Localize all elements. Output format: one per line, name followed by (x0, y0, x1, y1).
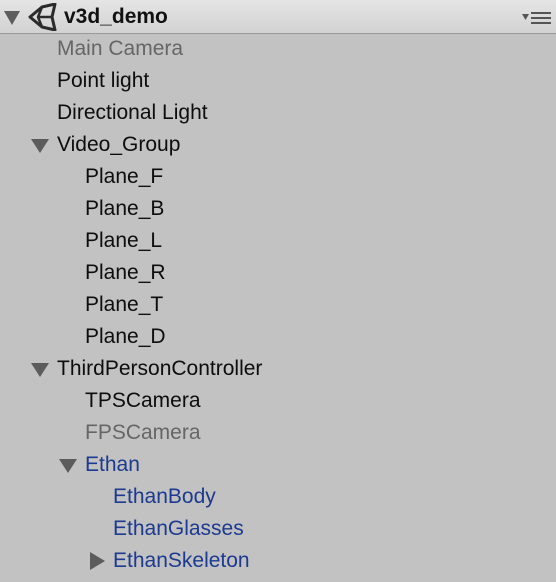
tree-item-tps-camera[interactable]: TPSCamera (0, 385, 556, 417)
options-menu-icon[interactable] (519, 10, 553, 26)
hierarchy-panel: v3d_demo Main Camera Point light Directi… (0, 0, 556, 582)
tree-item-label: TPSCamera (85, 389, 201, 412)
foldout-collapsed-icon[interactable] (90, 552, 105, 570)
tree-item-third-person-controller[interactable]: ThirdPersonController (0, 353, 556, 385)
tree-item-label: ThirdPersonController (57, 357, 263, 380)
tree-item-plane-r[interactable]: Plane_R (0, 257, 556, 289)
tree-item-ethan[interactable]: Ethan (0, 449, 556, 481)
tree-item-plane-d[interactable]: Plane_D (0, 321, 556, 353)
tree-item-label: Plane_B (85, 197, 165, 220)
tree-item-label: EthanSkeleton (113, 549, 250, 572)
tree-item-ethan-skeleton[interactable]: EthanSkeleton (0, 545, 556, 577)
tree-item-label: Plane_F (85, 165, 164, 188)
tree-item-point-light[interactable]: Point light (0, 65, 556, 97)
unity-logo-icon (28, 3, 57, 31)
tree-item-label: EthanGlasses (113, 517, 244, 540)
foldout-expanded-icon[interactable] (59, 459, 77, 473)
foldout-expanded-icon[interactable] (31, 363, 49, 377)
tree-item-label: Plane_D (85, 325, 166, 348)
tree-item-label: EthanBody (113, 485, 216, 508)
scene-title: v3d_demo (64, 5, 168, 28)
tree-item-ethan-glasses[interactable]: EthanGlasses (0, 513, 556, 545)
scene-header[interactable]: v3d_demo (0, 0, 556, 34)
tree-item-label: Plane_L (85, 229, 163, 252)
tree-item-fps-camera[interactable]: FPSCamera (0, 417, 556, 449)
tree-item-plane-t[interactable]: Plane_T (0, 289, 556, 321)
foldout-expanded-icon[interactable] (31, 139, 49, 153)
tree-item-label: Video_Group (57, 133, 181, 156)
tree-item-label: Plane_R (85, 261, 166, 284)
tree-item-plane-f[interactable]: Plane_F (0, 161, 556, 193)
tree-item-plane-l[interactable]: Plane_L (0, 225, 556, 257)
tree-item-label: Main Camera (57, 37, 184, 60)
tree-item-main-camera[interactable]: Main Camera (0, 33, 556, 65)
tree-item-label: Point light (57, 69, 150, 92)
tree-item-plane-b[interactable]: Plane_B (0, 193, 556, 225)
tree-item-label: FPSCamera (85, 421, 201, 444)
tree-item-label: Plane_T (85, 293, 164, 316)
tree-item-video-group[interactable]: Video_Group (0, 129, 556, 161)
scene-foldout-arrow-icon[interactable] (4, 11, 20, 25)
tree-item-directional-light[interactable]: Directional Light (0, 97, 556, 129)
tree-item-label: Directional Light (57, 101, 208, 124)
tree-item-label: Ethan (85, 453, 140, 476)
tree-item-ethan-body[interactable]: EthanBody (0, 481, 556, 513)
